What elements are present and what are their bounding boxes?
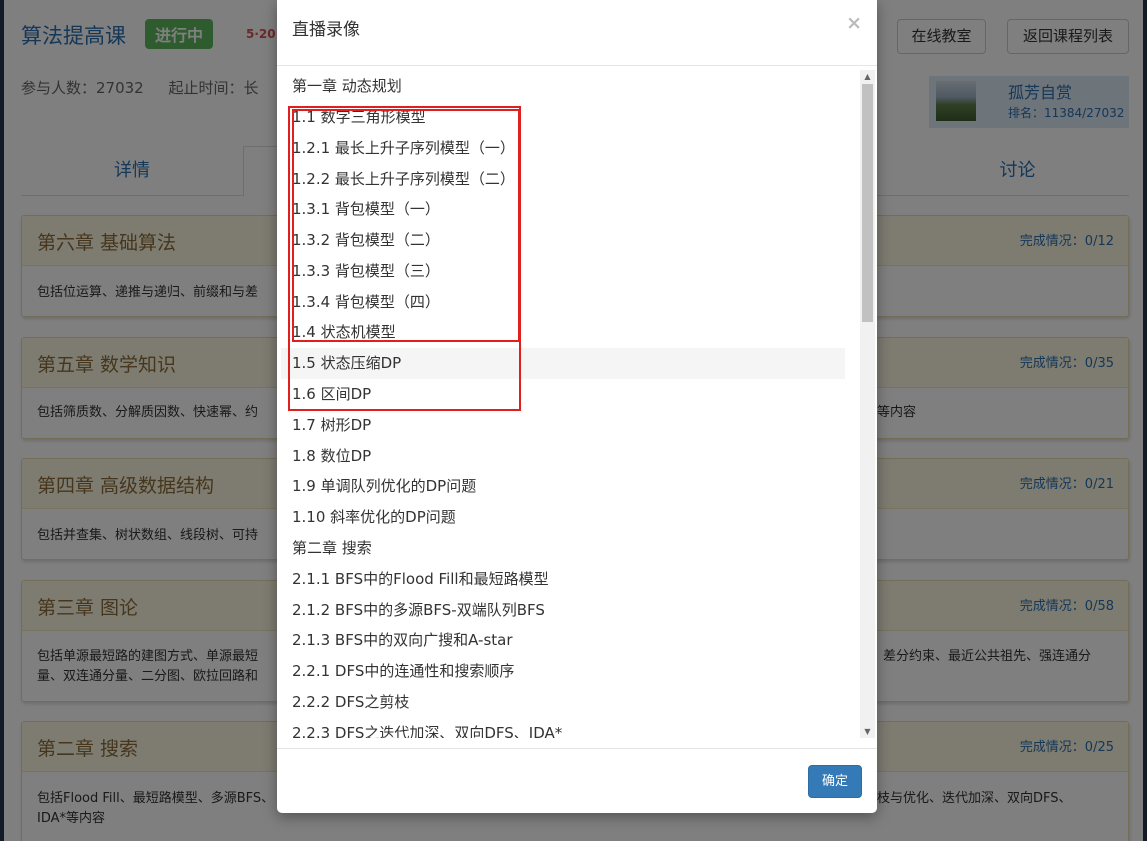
modal-title: 直播录像 [292, 20, 360, 40]
list-item[interactable]: 1.9 单调队列优化的DP问题 [281, 471, 845, 502]
list-item[interactable]: 2.1.2 BFS中的多源BFS-双端队列BFS [281, 595, 845, 626]
divider [277, 748, 877, 749]
list-item[interactable]: 2.1.3 BFS中的双向广搜和A-star [281, 625, 845, 656]
scroll-down-icon[interactable]: ▼ [860, 725, 875, 738]
scroll-thumb[interactable] [862, 84, 873, 322]
highlight-box-inner [292, 109, 520, 342]
confirm-button[interactable]: 确定 [808, 765, 862, 798]
list-scrollbar[interactable]: ▲ ▼ [860, 70, 875, 738]
live-recording-modal: 直播录像 × 第一章 动态规划 1.1 数字三角形模型 1.2.1 最长上升子序… [277, 0, 877, 813]
list-item[interactable]: 2.2.3 DFS之迭代加深、双向DFS、IDA* [281, 718, 845, 738]
list-item[interactable]: 2.1.1 BFS中的Flood Fill和最短路模型 [281, 564, 845, 595]
list-item[interactable]: 第一章 动态规划 [281, 71, 845, 102]
list-item[interactable]: 1.7 树形DP [281, 410, 845, 441]
list-item[interactable]: 1.8 数位DP [281, 441, 845, 472]
scroll-up-icon[interactable]: ▲ [860, 70, 875, 83]
list-item[interactable]: 2.2.1 DFS中的连通性和搜索顺序 [281, 656, 845, 687]
list-item[interactable]: 2.2.2 DFS之剪枝 [281, 687, 845, 718]
list-item[interactable]: 1.10 斜率优化的DP问题 [281, 502, 845, 533]
list-item[interactable]: 第二章 搜索 [281, 533, 845, 564]
divider [277, 65, 877, 66]
close-icon[interactable]: × [846, 12, 862, 34]
